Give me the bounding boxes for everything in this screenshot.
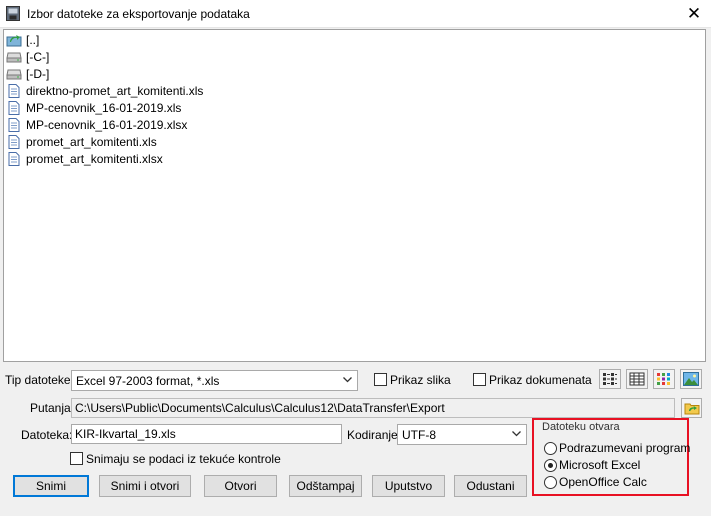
save-button[interactable]: Snimi bbox=[13, 475, 89, 497]
image-icon bbox=[683, 372, 699, 386]
close-icon: ✕ bbox=[686, 4, 702, 23]
folder-up-icon bbox=[5, 32, 23, 48]
close-button[interactable]: ✕ bbox=[677, 0, 711, 28]
encoding-label: Kodiranje: bbox=[347, 428, 402, 442]
list-item[interactable]: promet_art_komitenti.xlsx bbox=[5, 150, 163, 167]
app-icon bbox=[6, 6, 20, 21]
list-item[interactable]: MP-cenovnik_16-01-2019.xls bbox=[5, 99, 181, 116]
file-name: [..] bbox=[26, 32, 40, 47]
radio-default[interactable] bbox=[544, 441, 557, 455]
chevron-down-icon bbox=[343, 377, 352, 383]
list-view-icon bbox=[603, 373, 617, 385]
title-bar: Izbor datoteke za eksportovanje podataka… bbox=[0, 0, 711, 28]
view-list-button[interactable] bbox=[599, 369, 621, 389]
list-item[interactable]: MP-cenovnik_16-01-2019.xlsx bbox=[5, 116, 187, 133]
window-title: Izbor datoteke za eksportovanje podataka bbox=[27, 7, 250, 21]
drive-icon bbox=[5, 66, 23, 82]
drive-icon bbox=[5, 49, 23, 65]
file-name: MP-cenovnik_16-01-2019.xlsx bbox=[26, 117, 188, 132]
folder-icon bbox=[684, 403, 699, 415]
open-with-group: Datoteku otvara Podrazumevani program Mi… bbox=[532, 418, 690, 496]
view-preview-button[interactable] bbox=[680, 369, 702, 389]
print-button[interactable]: Odštampaj bbox=[289, 475, 362, 497]
list-item[interactable]: [-C-] bbox=[5, 48, 49, 65]
encoding-value: UTF-8 bbox=[402, 428, 436, 442]
encoding-select[interactable]: UTF-8 bbox=[397, 424, 527, 445]
file-type-label: Tip datoteke: bbox=[5, 373, 74, 387]
show-documents-checkbox[interactable] bbox=[473, 373, 486, 386]
radio-label: Podrazumevani program bbox=[559, 441, 691, 455]
list-item[interactable]: direktno-promet_art_komitenti.xls bbox=[5, 82, 203, 99]
browse-folder-button[interactable] bbox=[681, 398, 702, 418]
open-with-option-default[interactable]: Podrazumevani program bbox=[544, 441, 690, 455]
view-thumbnails-button[interactable] bbox=[653, 369, 675, 389]
radio-label: OpenOffice Calc bbox=[559, 475, 647, 489]
open-button[interactable]: Otvori bbox=[204, 475, 277, 497]
file-name-label: Datoteka: bbox=[21, 428, 73, 442]
radio-openoffice[interactable] bbox=[544, 475, 557, 489]
cancel-button[interactable]: Odustani bbox=[454, 475, 527, 497]
list-item[interactable]: [..] bbox=[5, 31, 39, 48]
file-name: [-C-] bbox=[26, 49, 50, 64]
file-name: promet_art_komitenti.xls bbox=[26, 134, 157, 149]
radio-label: Microsoft Excel bbox=[559, 458, 641, 472]
help-button[interactable]: Uputstvo bbox=[372, 475, 445, 497]
open-with-option-openoffice[interactable]: OpenOffice Calc bbox=[544, 475, 647, 489]
document-icon bbox=[5, 83, 23, 99]
list-item[interactable]: promet_art_komitenti.xls bbox=[5, 133, 157, 150]
path-label: Putanja: bbox=[30, 401, 75, 415]
save-from-control-label: Snimaju se podaci iz tekuće kontrole bbox=[86, 452, 281, 466]
thumbnails-view-icon bbox=[657, 373, 670, 385]
file-name: direktno-promet_art_komitenti.xls bbox=[26, 83, 204, 98]
show-images-checkbox[interactable] bbox=[374, 373, 387, 386]
open-with-option-excel[interactable]: Microsoft Excel bbox=[544, 458, 640, 472]
file-name: [-D-] bbox=[26, 66, 50, 81]
path-field[interactable]: C:\Users\Public\Documents\Calculus\Calcu… bbox=[71, 398, 675, 418]
file-name-field[interactable]: KIR-Ikvartal_19.xls bbox=[71, 424, 342, 444]
list-item[interactable]: [-D-] bbox=[5, 65, 49, 82]
document-icon bbox=[5, 100, 23, 116]
file-name: promet_art_komitenti.xlsx bbox=[26, 151, 163, 166]
view-details-button[interactable] bbox=[626, 369, 648, 389]
save-from-control-checkbox[interactable] bbox=[70, 452, 83, 465]
document-icon bbox=[5, 117, 23, 133]
file-name: MP-cenovnik_16-01-2019.xls bbox=[26, 100, 182, 115]
show-images-label: Prikaz slika bbox=[390, 373, 451, 387]
file-type-select[interactable]: Excel 97-2003 format, *.xls bbox=[71, 370, 358, 391]
radio-excel[interactable] bbox=[544, 458, 557, 472]
file-list[interactable]: [..] [-C-] [-D-] direktno-promet_art_kom… bbox=[3, 29, 706, 362]
document-icon bbox=[5, 134, 23, 150]
open-with-legend: Datoteku otvara bbox=[541, 421, 621, 433]
save-and-open-button[interactable]: Snimi i otvori bbox=[99, 475, 191, 497]
chevron-down-icon bbox=[512, 431, 521, 437]
file-type-value: Excel 97-2003 format, *.xls bbox=[76, 374, 220, 388]
document-icon bbox=[5, 151, 23, 167]
show-documents-label: Prikaz dokumenata bbox=[489, 373, 592, 387]
details-view-icon bbox=[629, 372, 645, 386]
